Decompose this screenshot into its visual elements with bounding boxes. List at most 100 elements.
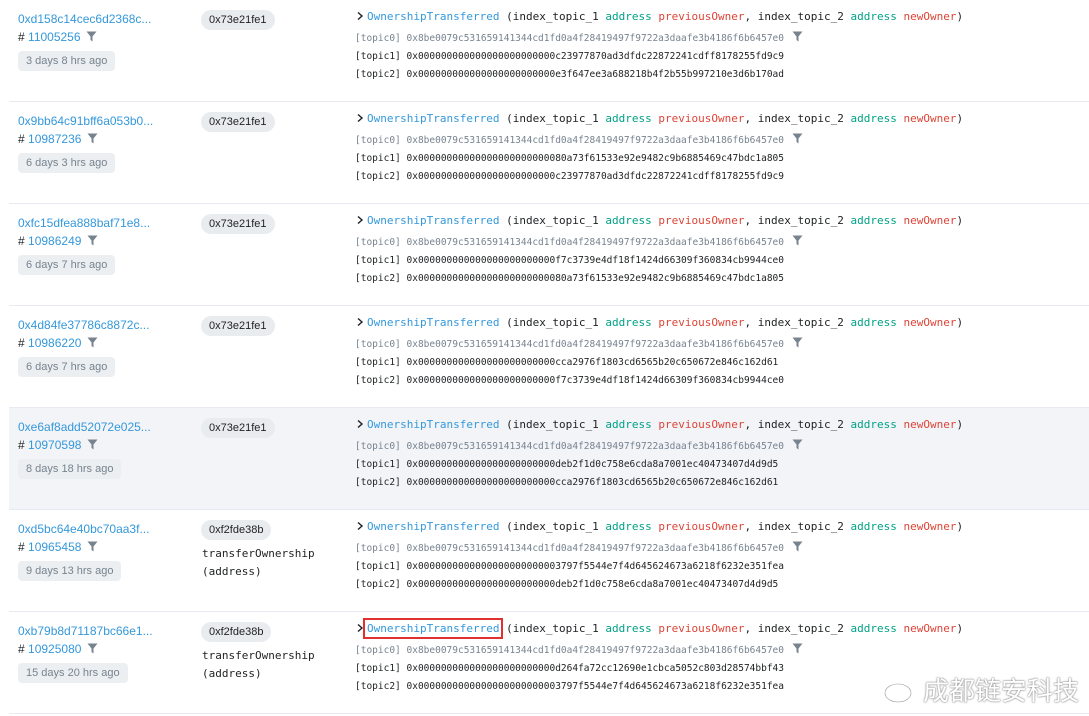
- topic-label: [topic1]: [355, 357, 401, 368]
- block-number-link[interactable]: 10965458: [28, 540, 81, 554]
- topic-value: 0x0000000000000000000000003797f5544e7f4d…: [406, 681, 785, 692]
- topic1-line: [topic1] 0x000000000000000000000000deb2f…: [355, 456, 1085, 474]
- filter-icon[interactable]: [792, 235, 803, 246]
- method-badge: 0x73e21fe1: [201, 112, 275, 132]
- event-name-link[interactable]: OwnershipTransferred: [362, 618, 504, 639]
- filter-icon[interactable]: [792, 133, 803, 144]
- event-signature: OwnershipTransferred (index_topic_1 addr…: [355, 418, 1085, 434]
- topic1-line: [topic1] 0x000000000000000000000000f7c37…: [355, 252, 1085, 270]
- event-name-link[interactable]: OwnershipTransferred: [367, 520, 499, 533]
- topic-label: [topic1]: [355, 459, 401, 470]
- method-name: transferOwnership (address): [202, 649, 315, 680]
- filter-icon[interactable]: [87, 643, 98, 654]
- topic-value: 0x000000000000000000000000c23977870ad3df…: [406, 171, 785, 182]
- tx-cell: 0x4d84fe37786c8872c... # 10986220 6 days…: [18, 318, 198, 377]
- topic1-line: [topic1] 0x000000000000000000000000c2397…: [355, 48, 1085, 66]
- sig-keyword-1: address: [605, 316, 652, 329]
- tx-hash-link[interactable]: 0xfc15dfea888baf71e8...: [18, 216, 198, 232]
- block-line: # 10965458: [18, 540, 198, 556]
- sig-open: (index_topic_1: [506, 622, 599, 635]
- chevron-right-icon[interactable]: [355, 113, 365, 123]
- topic1-line: [topic1] 0x00000000000000000000000080a73…: [355, 150, 1085, 168]
- table-row: 0x4d84fe37786c8872c... # 10986220 6 days…: [9, 306, 1089, 408]
- chevron-right-icon[interactable]: [355, 317, 365, 327]
- chevron-right-icon[interactable]: [355, 215, 365, 225]
- event-name-link[interactable]: OwnershipTransferred: [367, 112, 499, 125]
- age-badge: 9 days 13 hrs ago: [18, 561, 122, 581]
- block-number-link[interactable]: 11005256: [28, 30, 81, 44]
- method-badge: 0x73e21fe1: [201, 316, 275, 336]
- sig-param-2: newOwner: [903, 622, 957, 635]
- filter-icon[interactable]: [86, 31, 97, 42]
- chevron-right-icon[interactable]: [355, 11, 365, 21]
- block-number-link[interactable]: 10987236: [28, 132, 81, 146]
- filter-icon[interactable]: [87, 133, 98, 144]
- tx-cell: 0xb79b8d71187bc66e1... # 10925080 15 day…: [18, 624, 198, 683]
- sig-open: (index_topic_1: [506, 418, 599, 431]
- topic-value: 0x0000000000000000000000003797f5544e7f4d…: [406, 561, 785, 572]
- block-line: # 10986249: [18, 234, 198, 250]
- chevron-right-icon[interactable]: [355, 623, 365, 633]
- table-row: 0xe6af8add52072e025... # 10970598 8 days…: [9, 408, 1089, 510]
- tx-hash-link[interactable]: 0xb79b8d71187bc66e1...: [18, 624, 198, 640]
- method-cell: 0x73e21fe1: [201, 10, 341, 30]
- hash-symbol: #: [18, 234, 25, 248]
- hash-symbol: #: [18, 438, 25, 452]
- tx-hash-link[interactable]: 0xd158c14cec6d2368c...: [18, 12, 198, 28]
- sig-param-2: newOwner: [903, 112, 957, 125]
- tx-hash-link[interactable]: 0xd5bc64e40bc70aa3f...: [18, 522, 198, 538]
- block-number-link[interactable]: 10986249: [28, 234, 81, 248]
- sig-keyword-1: address: [605, 520, 652, 533]
- filter-icon[interactable]: [792, 31, 803, 42]
- filter-icon[interactable]: [792, 439, 803, 450]
- hash-symbol: #: [18, 540, 25, 554]
- sig-keyword-1: address: [605, 418, 652, 431]
- event-signature: OwnershipTransferred (index_topic_1 addr…: [355, 520, 1085, 536]
- event-name-link[interactable]: OwnershipTransferred: [367, 10, 499, 23]
- sig-param-1: previousOwner: [658, 418, 745, 431]
- topic-label: [topic1]: [355, 51, 401, 62]
- chevron-right-icon[interactable]: [355, 521, 365, 531]
- sig-mid: , index_topic_2: [744, 316, 844, 329]
- topic-value: 0x000000000000000000000000d264fa72cc1269…: [406, 663, 785, 674]
- block-number-link[interactable]: 10925080: [28, 642, 81, 656]
- weibo-icon: [883, 678, 916, 703]
- tx-hash-link[interactable]: 0x9bb64c91bff6a053b0...: [18, 114, 198, 130]
- tx-hash-link[interactable]: 0x4d84fe37786c8872c...: [18, 318, 198, 334]
- filter-icon[interactable]: [87, 337, 98, 348]
- event-name-link[interactable]: OwnershipTransferred: [367, 214, 499, 227]
- topic0-line: [topic0] 0x8be0079c531659141344cd1fd0a4f…: [355, 30, 1085, 48]
- sig-param-1: previousOwner: [658, 520, 745, 533]
- chevron-right-icon[interactable]: [355, 419, 365, 429]
- event-name-link[interactable]: OwnershipTransferred: [367, 418, 499, 431]
- table-row: 0xfc15dfea888baf71e8... # 10986249 6 day…: [9, 204, 1089, 306]
- filter-icon[interactable]: [87, 439, 98, 450]
- sig-param-2: newOwner: [903, 418, 957, 431]
- topic2-line: [topic2] 0x000000000000000000000000c2397…: [355, 168, 1085, 186]
- topic-label: [topic1]: [355, 561, 401, 572]
- block-line: # 10987236: [18, 132, 198, 148]
- filter-icon[interactable]: [792, 337, 803, 348]
- sig-keyword-1: address: [605, 622, 652, 635]
- topic-label: [topic2]: [355, 681, 401, 692]
- block-number-link[interactable]: 10970598: [28, 438, 81, 452]
- filter-icon[interactable]: [792, 643, 803, 654]
- table-row: 0x9bb64c91bff6a053b0... # 10987236 6 day…: [9, 102, 1089, 204]
- tx-hash-link[interactable]: 0xe6af8add52072e025...: [18, 420, 198, 436]
- sig-param-1: previousOwner: [658, 214, 745, 227]
- event-name-link[interactable]: OwnershipTransferred: [367, 316, 499, 329]
- topic-label: [topic0]: [355, 543, 401, 554]
- block-line: # 11005256: [18, 30, 198, 46]
- topic-label: [topic2]: [355, 477, 401, 488]
- sig-keyword-2: address: [850, 316, 897, 329]
- block-number-link[interactable]: 10986220: [28, 336, 81, 350]
- filter-icon[interactable]: [87, 235, 98, 246]
- sig-open: (index_topic_1: [506, 316, 599, 329]
- filter-icon[interactable]: [792, 541, 803, 552]
- sig-keyword-1: address: [605, 10, 652, 23]
- log-cell: OwnershipTransferred (index_topic_1 addr…: [355, 316, 1085, 390]
- sig-open: (index_topic_1: [506, 214, 599, 227]
- filter-icon[interactable]: [87, 541, 98, 552]
- topic1-line: [topic1] 0x0000000000000000000000003797f…: [355, 558, 1085, 576]
- topic0-line: [topic0] 0x8be0079c531659141344cd1fd0a4f…: [355, 642, 1085, 660]
